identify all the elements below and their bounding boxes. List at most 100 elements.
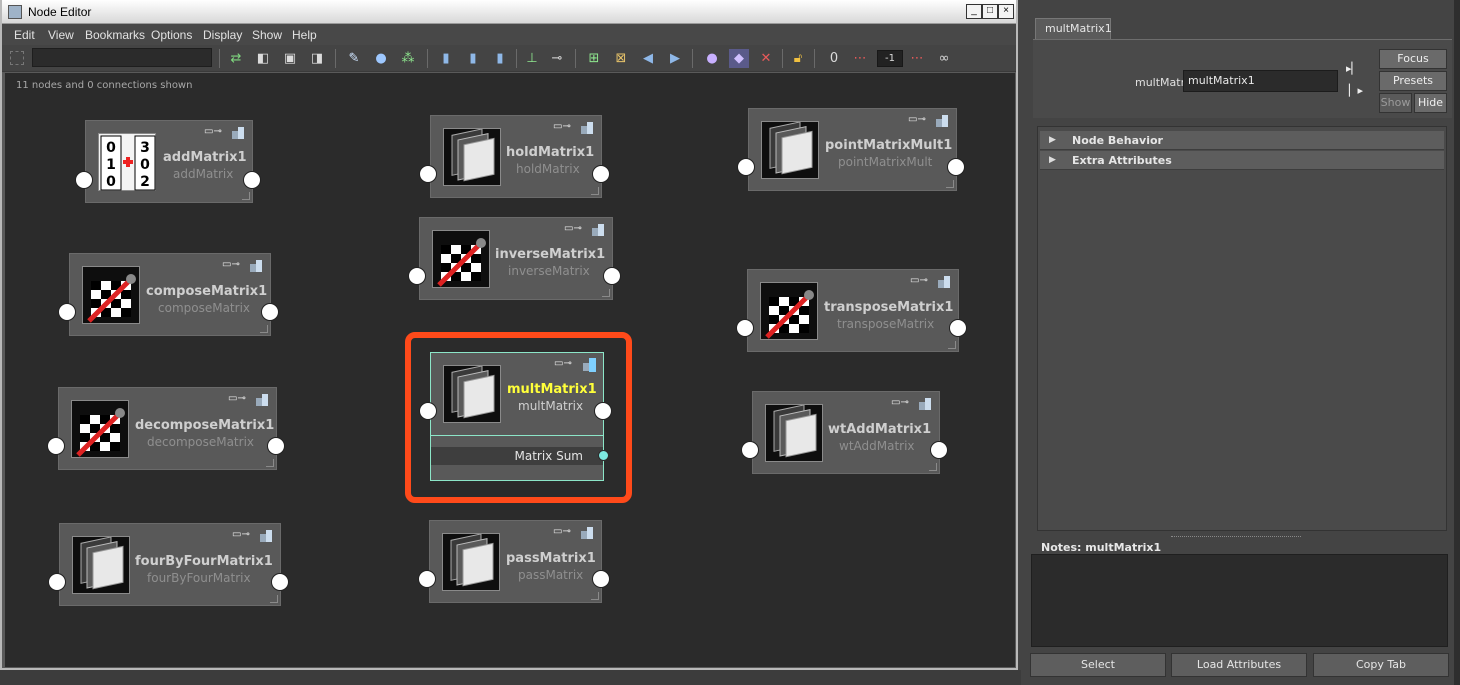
pin-icon[interactable]: ▭⊸: [564, 224, 582, 234]
node-fourByFourMatrix1[interactable]: fourByFourMatrix1 fourByFourMatrix ▭⊸: [59, 523, 281, 606]
node-inverseMatrix1[interactable]: inverseMatrix1 inverseMatrix ▭⊸: [419, 217, 613, 300]
menu-bookmarks[interactable]: Bookmarks: [85, 28, 145, 42]
input-port[interactable]: [58, 303, 76, 321]
node-swatch-icon[interactable]: [248, 258, 264, 274]
unpin-icon[interactable]: ⊸: [547, 49, 567, 68]
menu-help[interactable]: Help: [292, 28, 317, 42]
tab-multMatrix1[interactable]: multMatrix1: [1035, 18, 1112, 40]
next-bookmark-icon[interactable]: ▶: [665, 49, 685, 68]
node-decomposeMatrix1[interactable]: decomposeMatrix1 decomposeMatrix ▭⊸: [58, 387, 277, 470]
pin-icon[interactable]: ▭⊸: [908, 115, 926, 125]
create-bookmark-icon[interactable]: ⊞: [584, 49, 604, 68]
node-swatch-icon[interactable]: [590, 222, 606, 238]
node-wtAddMatrix1[interactable]: wtAddMatrix1 wtAddMatrix ▭⊸: [752, 391, 940, 474]
node-composeMatrix1[interactable]: composeMatrix1 composeMatrix ▭⊸: [69, 253, 271, 336]
output-port[interactable]: [947, 158, 965, 176]
bookmark-icon[interactable]: ⊠: [611, 49, 631, 68]
shading-icon[interactable]: ●: [702, 49, 722, 68]
maximize-button[interactable]: □: [982, 4, 998, 19]
node-pointMatrixMult1[interactable]: pointMatrixMult1 pointMatrixMult ▭⊸: [748, 108, 957, 191]
resize-handle[interactable]: [591, 592, 599, 600]
resize-handle[interactable]: [266, 459, 274, 467]
input-port[interactable]: [408, 267, 426, 285]
resize-handle[interactable]: [929, 463, 937, 471]
section-node-behavior[interactable]: ▶ Node Behavior: [1040, 131, 1444, 150]
resize-handle[interactable]: [270, 595, 278, 603]
input-port[interactable]: [737, 158, 755, 176]
input-port[interactable]: [47, 437, 65, 455]
node-addMatrix1[interactable]: 0 1 0 3 0 2 addMatrix1 addMatrix ▭⊸: [85, 120, 253, 203]
swap-arrows-icon[interactable]: ⇄: [226, 49, 246, 68]
dots-icon[interactable]: ⋯: [907, 49, 927, 68]
simple-mode-icon[interactable]: ▮: [436, 49, 456, 68]
pin-icon[interactable]: ▭⊸: [553, 527, 571, 537]
output-port[interactable]: [603, 267, 621, 285]
output-port[interactable]: [592, 165, 610, 183]
pin-icon[interactable]: ▭⊸: [891, 398, 909, 408]
input-port[interactable]: [736, 319, 754, 337]
node-swatch-icon[interactable]: [258, 528, 274, 544]
pin-icon[interactable]: ▭⊸: [222, 260, 240, 270]
resize-handle[interactable]: [591, 187, 599, 195]
input-port[interactable]: [741, 441, 759, 459]
panel-splitter[interactable]: [1171, 536, 1301, 539]
pin-icon[interactable]: ▭⊸: [553, 122, 571, 132]
search-input[interactable]: [32, 48, 212, 67]
focus-button[interactable]: Focus: [1379, 49, 1447, 69]
lock-icon[interactable]: 🔓︎: [788, 49, 808, 68]
swatch-icon[interactable]: ◆: [729, 49, 749, 68]
layout-icon[interactable]: ⁂: [398, 49, 418, 68]
node-swatch-icon[interactable]: [254, 392, 270, 408]
load-attributes-button[interactable]: Load Attributes: [1171, 653, 1307, 677]
menu-display[interactable]: Display: [203, 28, 242, 42]
hide-icon[interactable]: ✕: [756, 49, 776, 68]
pin-icon[interactable]: ▭⊸: [232, 530, 250, 540]
input-port[interactable]: [419, 165, 437, 183]
node-swatch-icon[interactable]: [934, 113, 950, 129]
hide-button[interactable]: Hide: [1414, 93, 1447, 113]
show-button[interactable]: Show: [1379, 93, 1412, 113]
pin-selected-icon[interactable]: ⊥: [522, 49, 542, 68]
in-out-connections-icon[interactable]: ▣: [280, 49, 300, 68]
output-port[interactable]: [243, 171, 261, 189]
clear-graph-icon[interactable]: ✎: [344, 49, 364, 68]
minimize-button[interactable]: _: [966, 4, 982, 19]
copy-tab-button[interactable]: Copy Tab: [1313, 653, 1449, 677]
node-holdMatrix1[interactable]: holdMatrix1 holdMatrix ▭⊸: [430, 115, 602, 198]
output-port[interactable]: [267, 437, 285, 455]
node-passMatrix1[interactable]: passMatrix1 passMatrix ▭⊸: [429, 520, 602, 603]
zero-icon[interactable]: 0: [824, 49, 844, 68]
side-scrollbar[interactable]: [1454, 0, 1460, 685]
node-swatch-icon[interactable]: [579, 120, 595, 136]
graph-materials-icon[interactable]: ●: [371, 49, 391, 68]
infinity-icon[interactable]: ∞: [934, 49, 954, 68]
input-arrow-icon[interactable]: ▸▏: [1346, 63, 1360, 75]
select-button[interactable]: Select: [1030, 653, 1166, 677]
resize-handle[interactable]: [946, 180, 954, 188]
node-swatch-icon[interactable]: [917, 396, 933, 412]
node-swatch-icon[interactable]: [936, 274, 952, 290]
presets-button[interactable]: Presets: [1379, 71, 1447, 91]
node-transposeMatrix1[interactable]: transposeMatrix1 transposeMatrix ▭⊸: [747, 269, 959, 352]
full-mode-icon[interactable]: ▮: [490, 49, 510, 68]
input-port[interactable]: [48, 573, 66, 591]
pin-icon[interactable]: ▭⊸: [228, 394, 246, 404]
menu-show[interactable]: Show: [252, 28, 282, 42]
pin-icon[interactable]: ▭⊸: [204, 127, 222, 137]
output-port[interactable]: [949, 319, 967, 337]
pin-icon[interactable]: ▭⊸: [910, 276, 928, 286]
output-port[interactable]: [271, 573, 289, 591]
menu-edit[interactable]: Edit: [14, 28, 35, 42]
previous-bookmark-icon[interactable]: ◀: [638, 49, 658, 68]
section-extra-attributes[interactable]: ▶ Extra Attributes: [1040, 151, 1444, 170]
input-connections-icon[interactable]: ◧: [253, 49, 273, 68]
input-port[interactable]: [75, 171, 93, 189]
output-arrow-icon[interactable]: ▏▸: [1349, 85, 1363, 97]
node-swatch-icon[interactable]: [230, 125, 246, 141]
resize-handle[interactable]: [260, 325, 268, 333]
resize-handle[interactable]: [242, 192, 250, 200]
node-name-field[interactable]: multMatrix1: [1183, 70, 1338, 92]
resize-handle[interactable]: [602, 289, 610, 297]
output-connections-icon[interactable]: ◨: [307, 49, 327, 68]
input-port[interactable]: [418, 570, 436, 588]
